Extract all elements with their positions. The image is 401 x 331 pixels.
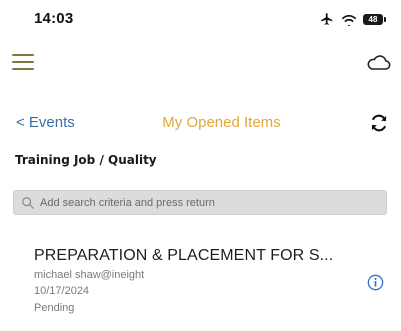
search-bar[interactable] bbox=[13, 190, 387, 215]
airplane-icon bbox=[321, 13, 333, 25]
nav-bar: My Opened Items < Events bbox=[0, 108, 401, 138]
list-item[interactable]: PREPARATION & PLACEMENT FOR S... michael… bbox=[0, 244, 401, 328]
status-icons: 48 bbox=[319, 9, 386, 29]
status-time: 14:03 bbox=[34, 10, 74, 27]
back-to-events-link[interactable]: < Events bbox=[16, 114, 75, 131]
wifi-icon bbox=[341, 14, 357, 26]
item-user: michael shaw@ineight bbox=[34, 269, 145, 281]
battery-icon: 48 bbox=[363, 13, 386, 25]
status-bar: 14:03 48 bbox=[0, 0, 401, 40]
search-icon bbox=[22, 196, 34, 209]
search-input[interactable] bbox=[35, 191, 386, 214]
item-title: PREPARATION & PLACEMENT FOR S... bbox=[34, 247, 334, 264]
breadcrumb: Training Job / Quality bbox=[15, 153, 157, 167]
hamburger-menu-icon[interactable] bbox=[12, 53, 34, 71]
app-header bbox=[0, 40, 401, 90]
refresh-icon[interactable] bbox=[369, 113, 389, 133]
cloud-icon[interactable] bbox=[365, 52, 391, 72]
item-status: Pending bbox=[34, 302, 75, 314]
battery-level: 48 bbox=[368, 14, 378, 24]
item-date: 10/17/2024 bbox=[34, 285, 90, 297]
info-icon[interactable] bbox=[367, 274, 384, 291]
